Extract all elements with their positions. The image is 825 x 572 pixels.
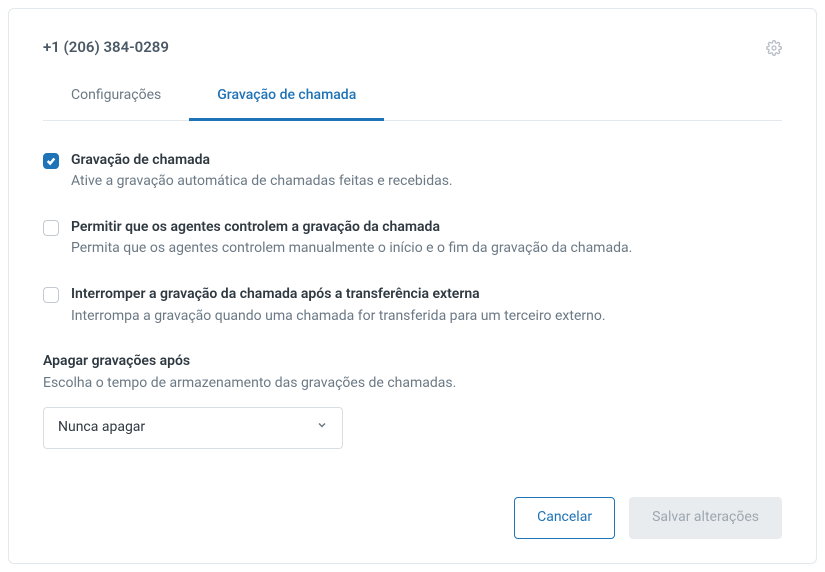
option-call-recording: Gravação de chamada Ative a gravação aut… <box>43 151 723 192</box>
tab-settings[interactable]: Configurações <box>43 76 189 121</box>
settings-card: +1 (206) 384-0289 Configurações Gravação… <box>8 8 817 564</box>
checkbox-agents-control[interactable] <box>43 220 59 236</box>
option-call-recording-desc: Ative a gravação automática de chamadas … <box>71 172 453 192</box>
option-agents-control-desc: Permita que os agentes controlem manualm… <box>71 239 632 259</box>
gear-icon[interactable] <box>766 40 782 56</box>
card-header: +1 (206) 384-0289 <box>43 37 782 58</box>
retention-select[interactable]: Nunca apagar <box>43 407 343 449</box>
tabs: Configurações Gravação de chamada <box>43 76 782 121</box>
option-agents-control-text: Permitir que os agentes controlem a grav… <box>71 218 632 259</box>
option-stop-after-transfer-desc: Interrompa a gravação quando uma chamada… <box>71 307 606 327</box>
chevron-down-icon <box>316 418 328 438</box>
option-call-recording-title: Gravação de chamada <box>71 151 453 171</box>
retention-select-value: Nunca apagar <box>58 418 145 438</box>
retention-title: Apagar gravações após <box>43 352 723 372</box>
cancel-button[interactable]: Cancelar <box>514 497 615 539</box>
option-stop-after-transfer-text: Interromper a gravação da chamada após a… <box>71 285 606 326</box>
retention-desc: Escolha o tempo de armazenamento das gra… <box>43 374 723 394</box>
option-call-recording-text: Gravação de chamada Ative a gravação aut… <box>71 151 453 192</box>
checkbox-call-recording[interactable] <box>43 153 59 169</box>
phone-number-title: +1 (206) 384-0289 <box>43 37 169 58</box>
retention-section: Apagar gravações após Escolha o tempo de… <box>43 352 723 449</box>
option-agents-control-title: Permitir que os agentes controlem a grav… <box>71 218 632 238</box>
option-stop-after-transfer: Interromper a gravação da chamada após a… <box>43 285 723 326</box>
option-stop-after-transfer-title: Interromper a gravação da chamada após a… <box>71 285 606 305</box>
checkbox-stop-after-transfer[interactable] <box>43 287 59 303</box>
option-agents-control: Permitir que os agentes controlem a grav… <box>43 218 723 259</box>
footer-actions: Cancelar Salvar alterações <box>43 497 782 539</box>
save-button: Salvar alterações <box>629 497 782 539</box>
tab-body: Gravação de chamada Ative a gravação aut… <box>43 121 723 449</box>
tab-call-recording[interactable]: Gravação de chamada <box>189 76 384 121</box>
